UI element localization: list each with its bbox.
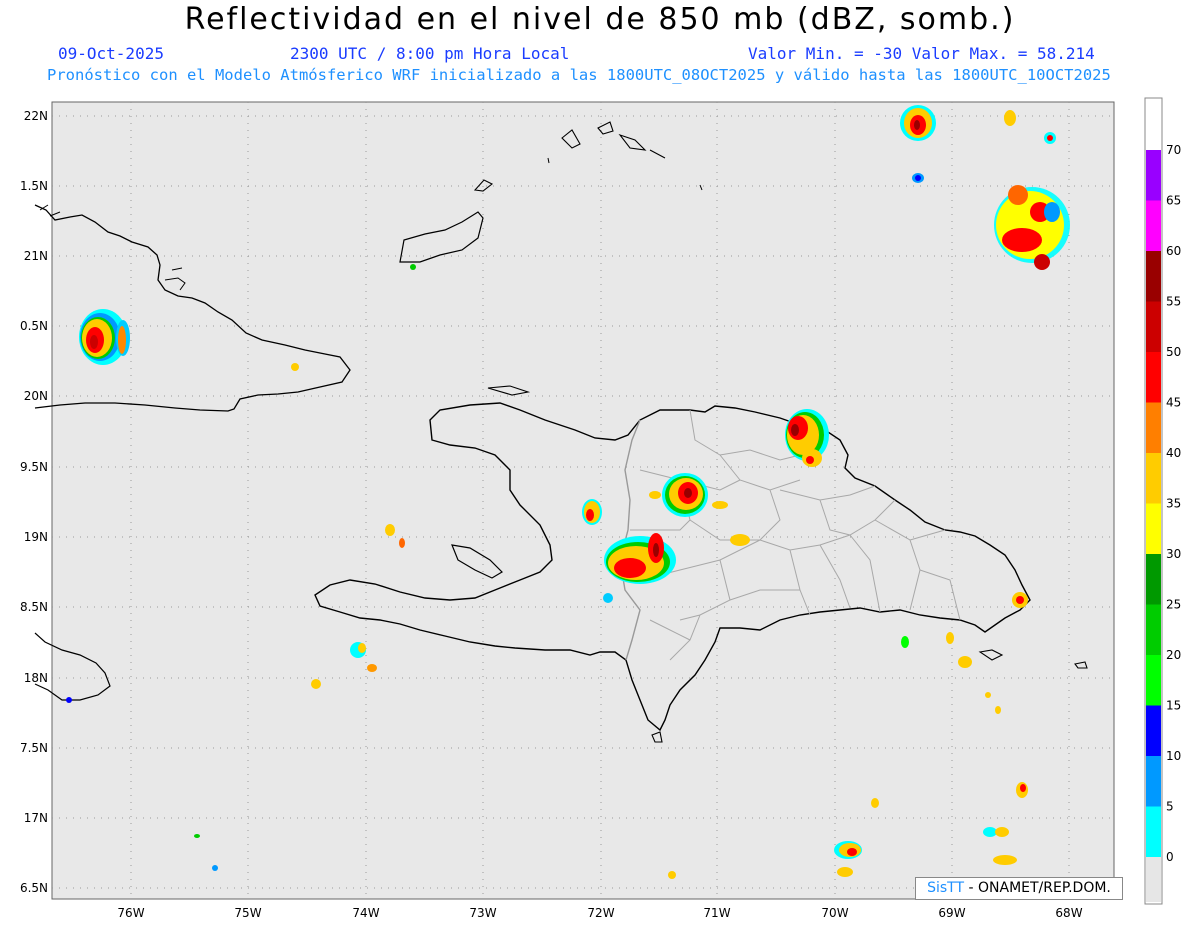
latitude-label: 22N: [24, 109, 48, 123]
colorbar-label: 30: [1166, 547, 1181, 561]
longitude-label: 69W: [938, 906, 965, 920]
latitude-labels: 22N 1.5N 21N 0.5N 20N 9.5N 19N 8.5N 18N 7.5N 17N 6.…: [20, 109, 48, 895]
reflectivity-map: 76W 75W 74W 73W 72W 71W 70W 69W 68W 22N 1.5N 21N 0.…: [20, 97, 1181, 920]
brand-logo: SisTT: [927, 880, 965, 896]
colorbar-label: 50: [1166, 345, 1181, 359]
colorbar-label: 15: [1166, 699, 1181, 713]
latitude-label: 6.5N: [20, 881, 48, 895]
colorbar-label: 5: [1166, 800, 1174, 814]
colorbar-swatch: [1146, 200, 1161, 251]
colorbar-swatch: [1146, 756, 1161, 807]
colorbar-swatch: [1146, 604, 1161, 655]
colorbar-swatch: [1146, 503, 1161, 554]
colorbar-swatch: [1146, 301, 1161, 352]
colorbar-label: 35: [1166, 497, 1181, 511]
credit-text: - ONAMET/REP.DOM.: [964, 880, 1111, 896]
colorbar-label: 10: [1166, 749, 1181, 763]
colorbar-swatch: [1146, 857, 1161, 902]
latitude-label: 18N: [24, 671, 48, 685]
source-credit: SisTT - ONAMET/REP.DOM.: [915, 877, 1123, 900]
longitude-label: 75W: [234, 906, 261, 920]
colorbar-label: 25: [1166, 598, 1181, 612]
longitude-labels: 76W 75W 74W 73W 72W 71W 70W 69W 68W: [117, 906, 1082, 920]
colorbar-label: 45: [1166, 396, 1181, 410]
latitude-label: 20N: [24, 389, 48, 403]
latitude-label: 1.5N: [20, 179, 48, 193]
colorbar-swatch: [1146, 352, 1161, 403]
longitude-label: 74W: [352, 906, 379, 920]
latitude-label: 0.5N: [20, 319, 48, 333]
latitude-label: 19N: [24, 530, 48, 544]
latitude-label: 17N: [24, 811, 48, 825]
colorbar-label: 65: [1166, 194, 1181, 208]
colorbar-label: 60: [1166, 244, 1181, 258]
colorbar-swatch: [1146, 705, 1161, 756]
colorbar-label: 70: [1166, 143, 1181, 157]
latitude-label: 7.5N: [20, 741, 48, 755]
colorbar-swatch: [1146, 402, 1161, 453]
latitude-label: 21N: [24, 249, 48, 263]
longitude-label: 76W: [117, 906, 144, 920]
latitude-label: 8.5N: [20, 600, 48, 614]
colorbar-swatch: [1146, 251, 1161, 302]
longitude-label: 71W: [703, 906, 730, 920]
latitude-label: 9.5N: [20, 460, 48, 474]
colorbar: 7065605550454035302520151050: [1144, 97, 1181, 905]
longitude-label: 70W: [821, 906, 848, 920]
colorbar-label: 40: [1166, 446, 1181, 460]
colorbar-swatch: [1146, 806, 1161, 857]
plot-area: [51, 101, 1115, 900]
longitude-label: 73W: [469, 906, 496, 920]
colorbar-label: 20: [1166, 648, 1181, 662]
longitude-label: 72W: [587, 906, 614, 920]
colorbar-swatch: [1146, 554, 1161, 605]
colorbar-label: 55: [1166, 295, 1181, 309]
colorbar-swatch: [1146, 655, 1161, 706]
longitude-label: 68W: [1055, 906, 1082, 920]
colorbar-swatch: [1146, 453, 1161, 504]
colorbar-label: 0: [1166, 850, 1174, 864]
colorbar-swatch: [1146, 150, 1161, 201]
